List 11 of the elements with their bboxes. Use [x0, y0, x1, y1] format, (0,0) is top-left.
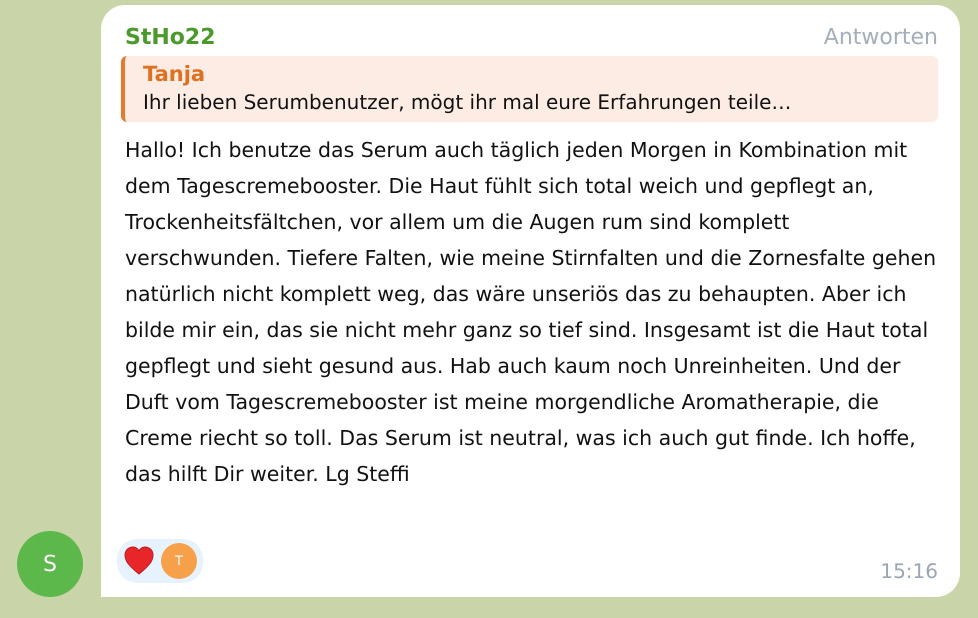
reactor-avatar: T — [161, 543, 197, 579]
quote-text: Ihr lieben Serumbenutzer, mögt ihr mal eure Erfahrungen teile… — [143, 90, 792, 114]
user-avatar[interactable]: S — [17, 531, 83, 597]
message-time: 15:16 — [880, 559, 938, 583]
message-text: Hallo! Ich benutze das Serum auch täglich jeden Morgen in Kombination mit dem Tagescremebooster. Die Haut fühlt sich total weich und gepflegt an, Trockenheitsfältchen, vor allem um die Augen rum sind komplett verschwunden. Tiefere Falten, wie meine Stirnfalten und die Zornesfalte gehen natürlich nicht komplett weg, das wäre unseriös das zu behaupten. Aber ich bilde mir ein, das sie nicht mehr ganz so tief sind. Insgesamt ist die Haut total gepflegt und sieht gesund aus. Hab auch kaum noch Unreinheiten. Und der Duft vom Tagescremebooster ist meine morgendliche Aromatherapie, die Creme riecht so toll. Das Serum ist neutral, was ich auch gut finde. Ich hoffe, das hilft Dir weiter. Lg Steffi — [125, 137, 938, 488]
author-name[interactable]: StHo22 — [125, 25, 216, 50]
quoted-message[interactable]: Tanja Ihr lieben Serumbenutzer, mögt ihr mal eure Erfahrungen teile… — [121, 56, 938, 122]
reaction-chip[interactable]: T — [117, 539, 203, 583]
heart-icon — [123, 546, 155, 576]
reply-link[interactable]: Antworten — [824, 25, 938, 50]
quote-author: Tanja — [143, 62, 206, 86]
